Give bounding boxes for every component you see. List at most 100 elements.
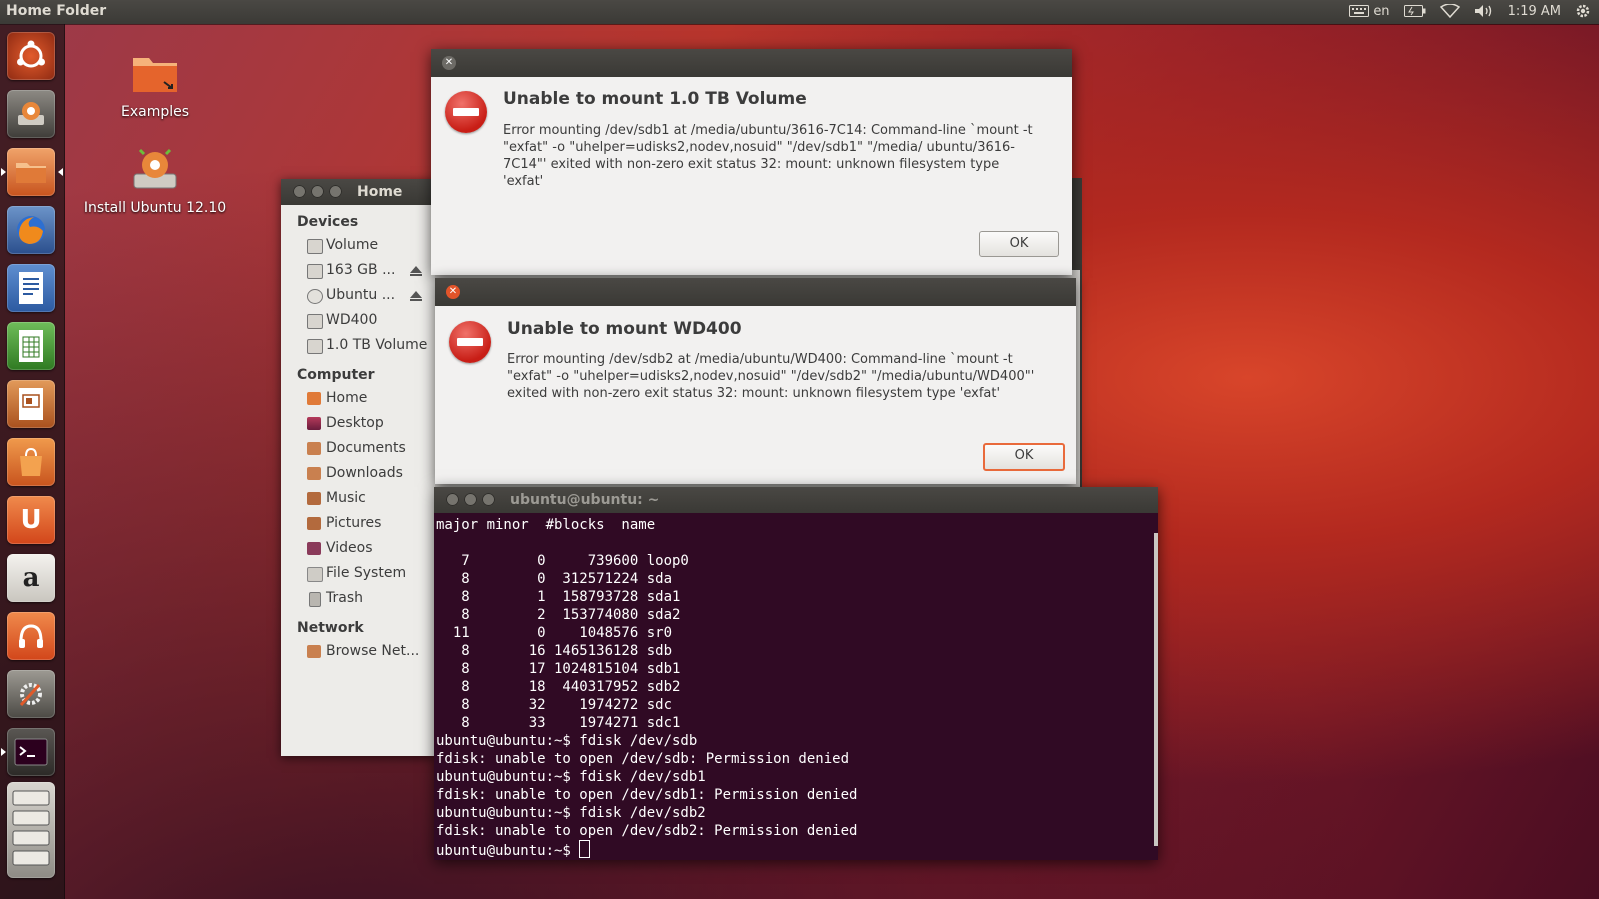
close-button[interactable]: ✕ (446, 285, 460, 299)
file-manager-titlebar[interactable]: Home (281, 179, 436, 205)
battery-icon[interactable] (1403, 5, 1426, 17)
launcher-ubuntu-one[interactable]: U (7, 496, 55, 544)
launcher-writer[interactable] (7, 264, 55, 312)
keyboard-indicator[interactable]: en (1349, 3, 1390, 19)
minimize-button[interactable] (464, 493, 477, 506)
terminal-output[interactable]: major minor #blocks name 7 0 739600 loop… (434, 513, 1158, 860)
terminal-prompt-line: ubuntu@ubuntu:~$ (436, 840, 1156, 860)
terminal-line: 8 17 1024815104 sdb1 (436, 661, 681, 677)
usb-icon (307, 339, 323, 354)
keyboard-lang: en (1373, 3, 1390, 19)
sidebar-item-1tb-volume[interactable]: 1.0 TB Volume (281, 333, 436, 358)
network-icon (307, 645, 321, 658)
launcher-impress[interactable] (7, 380, 55, 428)
ok-button[interactable]: OK (979, 231, 1059, 257)
sidebar-item-pictures[interactable]: Pictures (281, 511, 436, 536)
desktop-icon-label: Install Ubuntu 12.10 (83, 200, 227, 216)
sidebar-item-desktop[interactable]: Desktop (281, 411, 436, 436)
sidebar-item-trash[interactable]: Trash (281, 586, 436, 611)
terminal-line: 11 0 1048576 sr0 (436, 625, 673, 641)
terminal-line: fdisk: unable to open /dev/sdb2: Permiss… (436, 823, 858, 839)
terminal-line: 7 0 739600 loop0 (436, 553, 689, 569)
sidebar-item-163gb[interactable]: 163 GB ... (281, 258, 436, 283)
folder-icon (16, 163, 46, 183)
sidebar-item-downloads[interactable]: Downloads (281, 461, 436, 486)
pictures-folder-icon (307, 517, 321, 530)
launcher-firefox[interactable] (7, 206, 55, 254)
desktop-icon-label: Examples (120, 104, 190, 120)
dialog-heading: Unable to mount 1.0 TB Volume (503, 89, 807, 109)
drive-stack-icon (12, 790, 50, 866)
presentation-icon (19, 388, 43, 420)
sidebar-item-file-system[interactable]: File System (281, 561, 436, 586)
clock[interactable]: 1:19 AM (1508, 4, 1561, 19)
focus-indicator (58, 168, 63, 176)
install-icon (133, 148, 177, 189)
launcher-software-center[interactable] (7, 438, 55, 486)
terminal-line: ubuntu@ubuntu:~$ fdisk /dev/sdb2 (436, 805, 706, 821)
dialog-titlebar[interactable]: ✕ (435, 278, 1076, 306)
launcher-install-ubuntu[interactable] (7, 90, 55, 138)
launcher-amazon[interactable]: a (7, 554, 55, 602)
gear-icon[interactable] (1575, 3, 1591, 19)
running-indicator (1, 168, 6, 176)
launcher-music-store[interactable] (7, 612, 55, 660)
eject-icon[interactable] (410, 291, 422, 301)
sidebar-item-browse-network[interactable]: Browse Net... (281, 639, 436, 664)
dialog-message: Error mounting /dev/sdb2 at /media/ubunt… (507, 352, 1035, 401)
sidebar-item-volume[interactable]: Volume (281, 233, 436, 258)
firefox-icon (17, 216, 45, 244)
terminal-cursor (579, 840, 591, 858)
filesystem-icon (307, 567, 323, 582)
desktop-icon-examples[interactable]: Examples (105, 52, 205, 120)
install-icon (18, 102, 44, 125)
launcher: U a (0, 24, 65, 899)
terminal-prompt: ubuntu@ubuntu:~$ (436, 843, 580, 859)
minimize-button[interactable] (311, 185, 324, 198)
sidebar-item-wd400[interactable]: WD400 (281, 308, 436, 333)
launcher-calc[interactable] (7, 322, 55, 370)
wifi-icon[interactable] (1439, 4, 1460, 18)
error-stop-icon (449, 321, 491, 363)
close-button[interactable] (446, 493, 459, 506)
ok-button[interactable]: OK (983, 443, 1065, 471)
sidebar-item-videos[interactable]: Videos (281, 536, 436, 561)
document-icon (19, 272, 43, 304)
sidebar-item-music[interactable]: Music (281, 486, 436, 511)
dialog-heading: Unable to mount WD400 (507, 319, 742, 339)
maximize-button[interactable] (329, 185, 342, 198)
terminal-line: ubuntu@ubuntu:~$ fdisk /dev/sdb1 (436, 769, 706, 785)
close-button[interactable]: ✕ (442, 56, 456, 70)
sidebar-item-ubuntu-disc[interactable]: Ubuntu ... (281, 283, 436, 308)
terminal-scrollbar[interactable] (1154, 533, 1158, 846)
launcher-dash[interactable] (7, 32, 55, 80)
terminal-window: ubuntu@ubuntu: ~ major minor #blocks nam… (434, 487, 1158, 860)
sidebar-item-home[interactable]: Home (281, 386, 436, 411)
launcher-files[interactable] (7, 148, 55, 196)
close-button[interactable] (293, 185, 306, 198)
desktop-icon-install-ubuntu[interactable]: Install Ubuntu 12.10 (80, 148, 230, 216)
panel-title: Home Folder (6, 3, 107, 19)
error-stop-icon (445, 91, 487, 133)
drive-icon (307, 239, 323, 254)
launcher-terminal[interactable] (7, 728, 55, 776)
launcher-drives[interactable] (7, 782, 55, 878)
disc-icon (307, 289, 323, 304)
eject-icon[interactable] (410, 266, 422, 276)
maximize-button[interactable] (482, 493, 495, 506)
sidebar-item-documents[interactable]: Documents (281, 436, 436, 461)
dialog-message: Error mounting /dev/sdb1 at /media/ubunt… (503, 123, 1033, 189)
launcher-system-settings[interactable] (7, 670, 55, 718)
sidebar-heading-network: Network (297, 620, 364, 636)
ubuntu-one-icon: U (20, 505, 42, 535)
terminal-titlebar[interactable]: ubuntu@ubuntu: ~ (434, 487, 1158, 513)
terminal-line: 8 0 312571224 sda (436, 571, 673, 587)
sidebar-heading-computer: Computer (297, 367, 375, 383)
dialog-titlebar[interactable]: ✕ (431, 49, 1072, 77)
trash-icon (309, 592, 321, 607)
terminal-line: major minor #blocks name (436, 517, 656, 533)
terminal-icon (14, 738, 48, 766)
volume-icon[interactable] (1474, 4, 1494, 18)
ubuntu-logo-icon (17, 40, 45, 68)
